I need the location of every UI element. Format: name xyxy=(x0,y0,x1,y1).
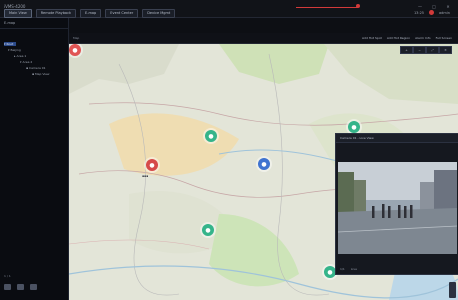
camera-icon: ▪ xyxy=(26,66,29,70)
folder-icon: ▾ xyxy=(4,42,6,46)
map-subbar: Map Add Hot Spot Add Hot Region Alarm In… xyxy=(69,33,458,44)
user-info: 13:25 admin xyxy=(414,10,450,15)
map-toolbar: + − ⤢ ✕ xyxy=(400,46,452,54)
module-tabs: Main View Remote Playback E-map Event Ce… xyxy=(4,9,176,18)
tab-main-view[interactable]: Main View xyxy=(4,9,32,18)
camera-marker[interactable]: ● xyxy=(205,130,217,142)
camera-marker[interactable]: ● xyxy=(202,224,214,236)
title-bar: iVMS-4200 Main View Remote Playback E-ma… xyxy=(0,0,458,18)
tab-event-center[interactable]: Event Center xyxy=(105,9,139,18)
video-footer: 1/1 Live xyxy=(340,267,357,271)
user-avatar-icon[interactable] xyxy=(429,10,435,15)
map-icon: ▪ xyxy=(32,72,35,76)
sidebar-title: E-map xyxy=(0,18,68,29)
zoom-out-icon[interactable]: − xyxy=(413,46,426,54)
grid-view-icon[interactable] xyxy=(17,284,24,290)
video-mode-label: Live xyxy=(350,267,357,271)
tree-label: Area 1 xyxy=(16,54,27,58)
sidebar: E-map ▾ Root ▾ Beijing ▸ Area 1 ▾ Area 2… xyxy=(0,18,69,300)
fit-screen-icon[interactable]: ⤢ xyxy=(426,46,439,54)
tab-remote-playback[interactable]: Remote Playback xyxy=(35,9,77,18)
scrollbar-handle[interactable] xyxy=(449,282,456,298)
close-icon[interactable]: ✕ xyxy=(439,46,452,54)
folder-icon: ▸ xyxy=(14,54,16,58)
camera-icon: ● xyxy=(261,160,267,168)
tree-item-root[interactable]: ▾ Root xyxy=(4,42,17,46)
alarm-indicator-line xyxy=(296,7,358,8)
live-video-popup[interactable]: Camera 01 - Live View 1/1 Live xyxy=(335,133,458,275)
camera-icon: ● xyxy=(149,161,155,169)
video-image xyxy=(338,162,457,254)
list-view-icon[interactable] xyxy=(4,284,11,290)
tree-label: Map View xyxy=(35,72,50,76)
camera-icon: ● xyxy=(205,226,211,234)
map-actions: Add Hot Spot Add Hot Region Alarm Info F… xyxy=(362,35,452,41)
video-frame[interactable] xyxy=(338,162,457,254)
tree-label: Root xyxy=(6,42,14,46)
alarm-camera-marker[interactable]: ● xyxy=(69,44,81,56)
user-label[interactable]: admin xyxy=(439,11,450,15)
map-label: Map xyxy=(73,36,80,40)
zoom-in-icon[interactable]: + xyxy=(400,46,413,54)
camera-marker[interactable]: ● xyxy=(348,121,360,133)
full-screen-button[interactable]: Full Screen xyxy=(436,35,452,41)
add-hot-spot-button[interactable]: Add Hot Spot xyxy=(362,35,382,41)
camera-icon: ● xyxy=(351,123,357,131)
video-page-indicator: 1/1 xyxy=(340,267,345,271)
folder-icon: ▾ xyxy=(20,60,22,64)
tree-item-map-view[interactable]: ▪ Map View xyxy=(32,72,49,76)
folder-icon: ▾ xyxy=(8,48,10,52)
tree-label: Area 2 xyxy=(22,60,33,64)
camera-icon: ● xyxy=(208,132,214,140)
tree-item-area-1[interactable]: ▸ Area 1 xyxy=(14,54,26,58)
tab-emap[interactable]: E-map xyxy=(80,9,102,18)
sidebar-pager: 1 / 1 xyxy=(4,274,11,278)
alarm-info-button[interactable]: Alarm Info xyxy=(415,35,430,41)
tree-label: Beijing xyxy=(10,48,21,52)
selected-camera-marker[interactable]: ● xyxy=(258,158,270,170)
video-title: Camera 01 - Live View xyxy=(336,134,458,143)
time-label: 13:25 xyxy=(413,10,425,15)
alarm-camera-marker[interactable]: ● xyxy=(146,159,158,171)
alarm-icon[interactable] xyxy=(356,4,360,8)
camera-icon: ● xyxy=(327,268,333,276)
tree-label: Camera 01 xyxy=(29,66,46,70)
tree-item-area-2[interactable]: ▾ Area 2 xyxy=(20,60,32,64)
camera-icon: ● xyxy=(72,46,78,54)
map-marker-label: ▪▪▪ xyxy=(142,174,149,178)
tree-item-beijing[interactable]: ▾ Beijing xyxy=(8,48,21,52)
tab-device-mgmt[interactable]: Device Mgmt xyxy=(142,9,176,18)
add-hot-region-button[interactable]: Add Hot Region xyxy=(387,35,410,41)
tree-item-camera-01[interactable]: ▪ Camera 01 xyxy=(26,66,46,70)
settings-icon[interactable] xyxy=(30,284,37,290)
sidebar-toolbar xyxy=(4,284,37,290)
